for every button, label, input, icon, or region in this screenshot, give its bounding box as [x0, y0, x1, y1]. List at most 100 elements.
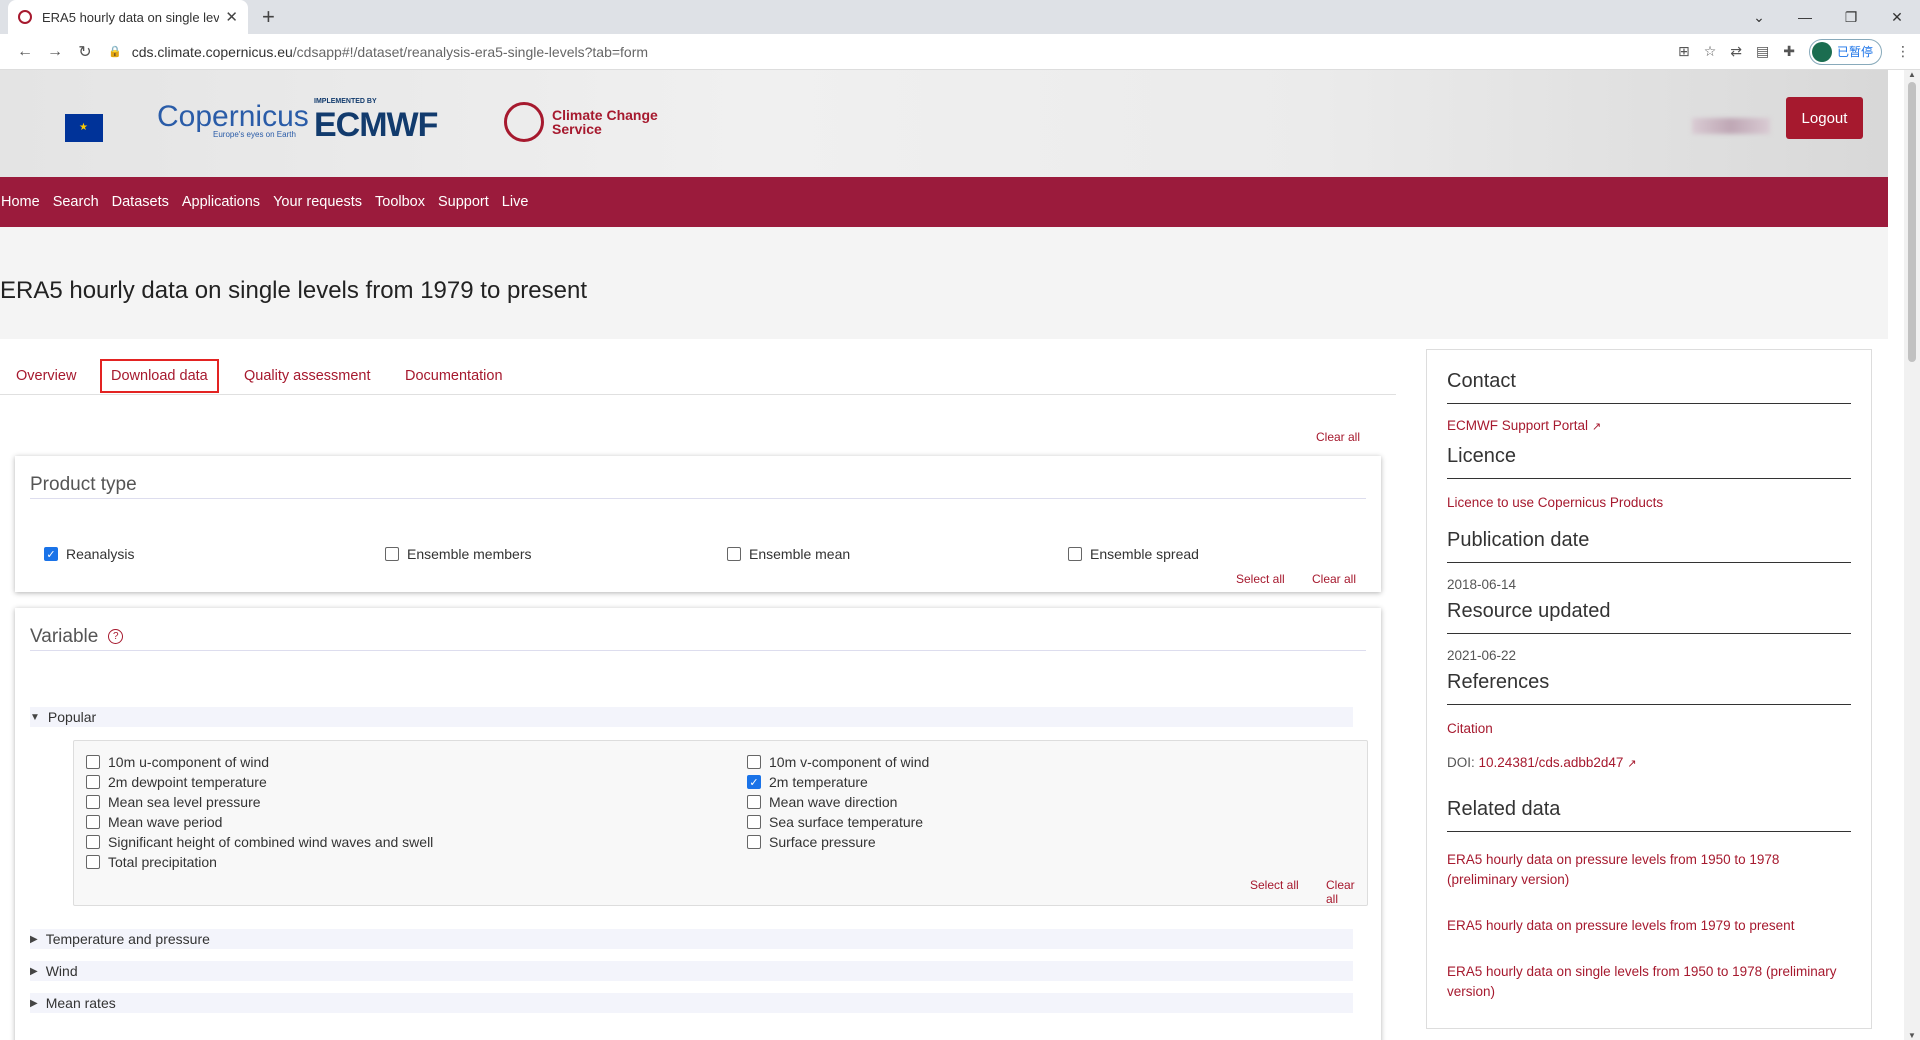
var-mean-sea-level-pressure[interactable]: Mean sea level pressure	[86, 794, 261, 810]
option-ensemble-spread[interactable]: Ensemble spread	[1068, 546, 1199, 562]
checkbox-icon[interactable]	[747, 815, 761, 829]
doi-link[interactable]: 10.24381/cds.adbb2d47	[1479, 755, 1624, 770]
url-field[interactable]: 🔒 cds.climate.copernicus.eu/cdsapp#!/dat…	[108, 38, 1678, 66]
tab-quality-assessment[interactable]: Quality assessment	[244, 359, 371, 393]
scroll-down-icon[interactable]: ▼	[1908, 1031, 1916, 1040]
caret-right-icon: ▶	[30, 933, 38, 945]
logout-button[interactable]: Logout	[1786, 97, 1863, 139]
new-tab-icon[interactable]: +	[262, 4, 275, 30]
forward-icon[interactable]: →	[40, 43, 70, 61]
nav-toolbox[interactable]: Toolbox	[375, 194, 425, 210]
checkbox-icon[interactable]	[86, 855, 100, 869]
var-surface-pressure[interactable]: Surface pressure	[747, 834, 876, 850]
var-total-precipitation[interactable]: Total precipitation	[86, 854, 217, 870]
tab-download-data[interactable]: Download data	[100, 359, 219, 393]
variable-clear-all-link[interactable]: Clear all	[1326, 878, 1367, 906]
checkbox-icon[interactable]	[747, 795, 761, 809]
var-2m-dewpoint[interactable]: 2m dewpoint temperature	[86, 774, 267, 790]
doi-prefix: DOI:	[1447, 755, 1475, 770]
restore-icon[interactable]: ❐	[1828, 9, 1874, 26]
minimize-icon[interactable]: —	[1782, 9, 1828, 25]
site-header: CopernicusEurope's eyes on Earth IMPLEME…	[0, 70, 1888, 177]
option-ensemble-mean[interactable]: Ensemble mean	[727, 546, 850, 562]
licence-link[interactable]: Licence to use Copernicus Products	[1447, 493, 1851, 513]
related-link[interactable]: ERA5 hourly data on pressure levels from…	[1447, 850, 1851, 890]
extensions-puzzle-icon[interactable]: ✚	[1783, 43, 1795, 60]
nav-datasets[interactable]: Datasets	[112, 194, 169, 210]
product-type-panel: Product type ✓ Reanalysis Ensemble member…	[15, 456, 1381, 592]
var-mean-wave-period[interactable]: Mean wave period	[86, 814, 222, 830]
nav-applications[interactable]: Applications	[182, 194, 260, 210]
lock-icon[interactable]: 🔒	[108, 45, 122, 58]
citation-link[interactable]: Citation	[1447, 719, 1851, 739]
section-wind[interactable]: ▶ Wind	[30, 961, 1353, 981]
tab-documentation[interactable]: Documentation	[405, 359, 503, 393]
popular-section-toggle[interactable]: ▼ Popular	[30, 707, 1353, 727]
title-band: ERA5 hourly data on single levels from 1…	[0, 227, 1888, 339]
translate-icon[interactable]: ⊞	[1678, 43, 1690, 60]
scrollbar[interactable]: ▲ ▼	[1904, 70, 1920, 1040]
back-icon[interactable]: ←	[10, 43, 40, 61]
checkbox-icon[interactable]	[86, 815, 100, 829]
related-link[interactable]: ERA5 hourly data on pressure levels from…	[1447, 916, 1851, 936]
browser-tab-bar: ERA5 hourly data on single lev ✕ + ⌄ — ❐…	[0, 0, 1920, 34]
checkbox-icon[interactable]	[86, 835, 100, 849]
browser-menu-icon[interactable]: ⋮	[1896, 43, 1910, 60]
c3s-logo[interactable]: Climate Change Service	[504, 102, 658, 142]
related-link[interactable]: ERA5 hourly data on single levels from 1…	[1447, 962, 1851, 1002]
checkbox-icon[interactable]	[747, 755, 761, 769]
tab-search-icon[interactable]: ⌄	[1736, 9, 1782, 26]
help-icon[interactable]: ?	[108, 629, 124, 645]
nav-live[interactable]: Live	[502, 194, 529, 210]
nav-home[interactable]: Home	[1, 194, 40, 210]
checkbox-icon[interactable]	[86, 795, 100, 809]
checkbox-checked-icon[interactable]: ✓	[44, 547, 58, 561]
close-window-icon[interactable]: ✕	[1874, 9, 1920, 26]
var-mean-wave-direction[interactable]: Mean wave direction	[747, 794, 897, 810]
section-mean-rates[interactable]: ▶ Mean rates	[30, 993, 1353, 1013]
profile-button[interactable]: 已暂停	[1808, 38, 1882, 65]
var-2m-temperature[interactable]: ✓ 2m temperature	[747, 774, 868, 790]
checkbox-icon[interactable]	[86, 775, 100, 789]
nav-your-requests[interactable]: Your requests	[273, 194, 362, 210]
product-select-all-link[interactable]: Select all	[1236, 572, 1285, 586]
var-10m-u-wind[interactable]: 10m u-component of wind	[86, 754, 269, 770]
reload-icon[interactable]: ↻	[70, 42, 100, 62]
checkbox-icon[interactable]	[86, 755, 100, 769]
nav-support[interactable]: Support	[438, 194, 489, 210]
checkbox-icon[interactable]	[747, 835, 761, 849]
product-clear-all-link[interactable]: Clear all	[1312, 572, 1356, 586]
ecmwf-logo[interactable]: IMPLEMENTED BY ECMWF	[314, 98, 438, 145]
option-reanalysis[interactable]: ✓ Reanalysis	[44, 546, 134, 562]
support-portal-link[interactable]: ECMWF Support Portal ↗	[1447, 416, 1851, 437]
translate-ext-icon[interactable]: ⇄	[1730, 43, 1742, 60]
checkbox-icon[interactable]	[727, 547, 741, 561]
scrollbar-thumb[interactable]	[1908, 82, 1916, 362]
section-label: Mean rates	[45, 995, 116, 1011]
section-temperature-pressure[interactable]: ▶ Temperature and pressure	[30, 929, 1353, 949]
section-label: Temperature and pressure	[45, 931, 210, 947]
var-10m-v-wind[interactable]: 10m v-component of wind	[747, 754, 929, 770]
nav-search[interactable]: Search	[53, 194, 99, 210]
var-sea-surface-temperature[interactable]: Sea surface temperature	[747, 814, 923, 830]
option-ensemble-members[interactable]: Ensemble members	[385, 546, 532, 562]
scroll-up-icon[interactable]: ▲	[1908, 70, 1916, 79]
profile-label: 已暂停	[1836, 45, 1873, 59]
variable-select-all-link[interactable]: Select all	[1250, 878, 1299, 892]
browser-tab[interactable]: ERA5 hourly data on single lev ✕	[8, 0, 248, 34]
checkbox-checked-icon[interactable]: ✓	[747, 775, 761, 789]
reader-icon[interactable]: ▤	[1756, 43, 1769, 60]
external-link-icon: ↗	[1627, 758, 1637, 770]
copernicus-label: opernicus	[178, 100, 309, 133]
close-tab-icon[interactable]: ✕	[225, 8, 238, 26]
var-significant-height[interactable]: Significant height of combined wind wave…	[86, 834, 433, 850]
bookmark-star-icon[interactable]: ☆	[1704, 43, 1717, 60]
copernicus-logo[interactable]: Copernicus Europe's eyes on Earth	[157, 100, 309, 139]
extensions-area: ⊞ ☆ ⇄ ▤ ✚ 已暂停 ⋮	[1678, 38, 1910, 65]
popular-variables-box: 10m u-component of wind 2m dewpoint temp…	[73, 740, 1368, 906]
clear-all-link[interactable]: Clear all	[1316, 430, 1360, 444]
var-label: Significant height of combined wind wave…	[108, 834, 434, 850]
checkbox-icon[interactable]	[1068, 547, 1082, 561]
checkbox-icon[interactable]	[385, 547, 399, 561]
tab-overview[interactable]: Overview	[16, 359, 76, 393]
